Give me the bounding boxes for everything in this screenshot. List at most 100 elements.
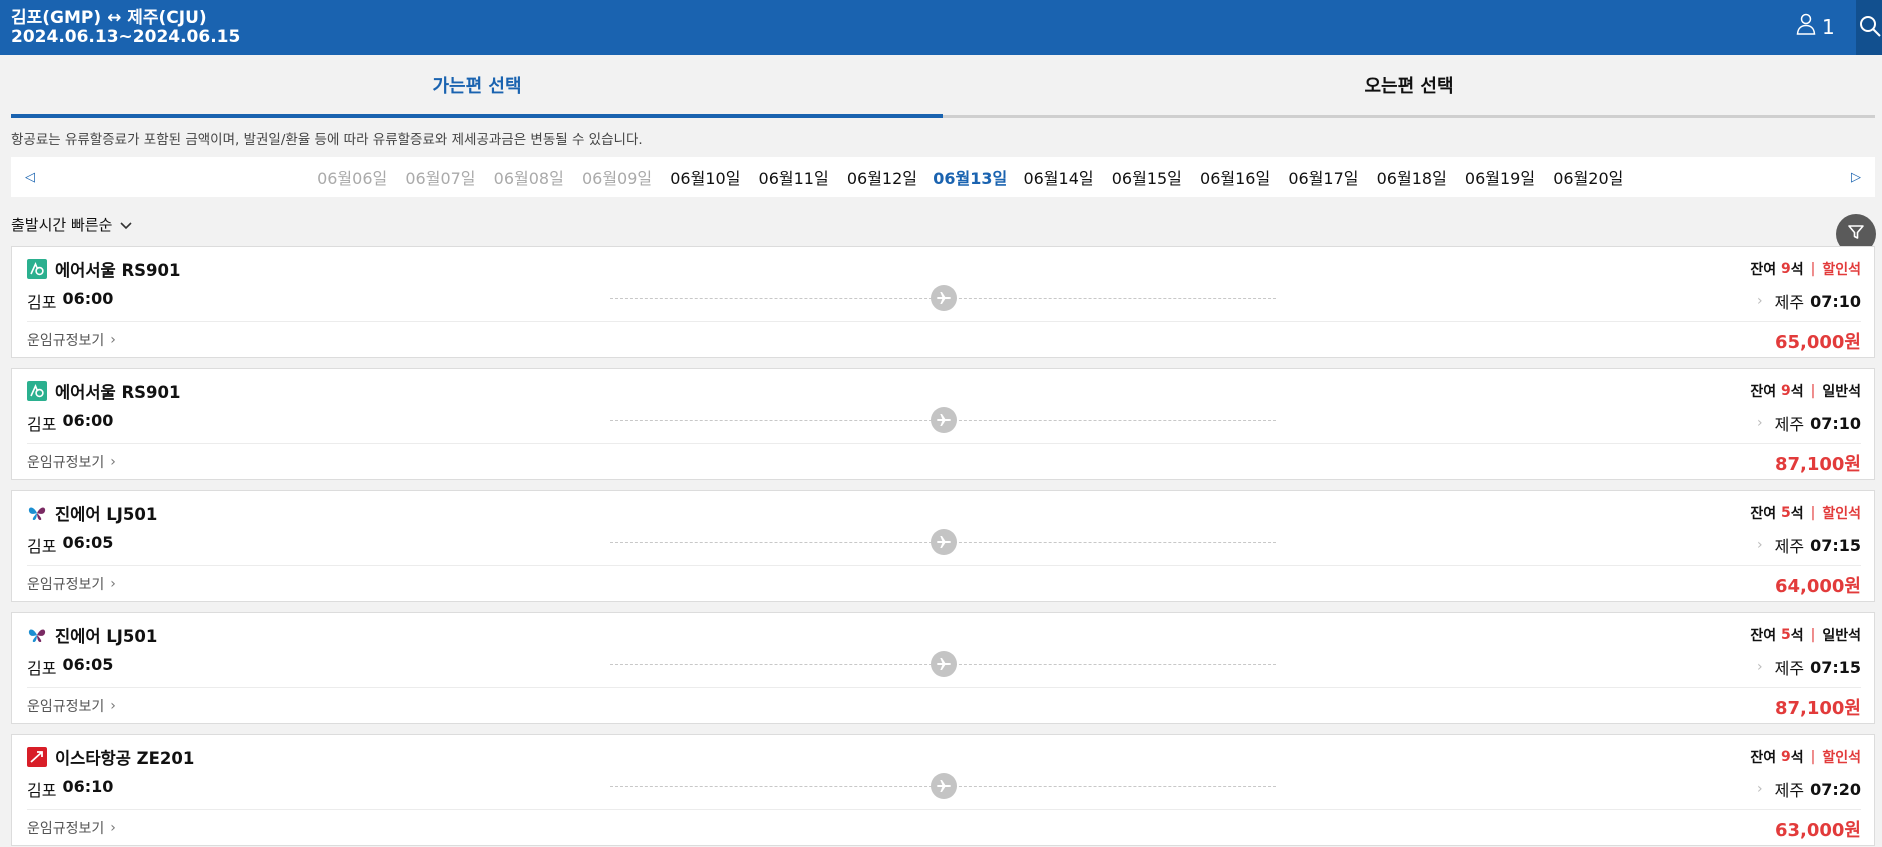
separator: | xyxy=(1810,505,1816,521)
separator: | xyxy=(1810,261,1816,277)
seat-info: 잔여 9 석 | 할인석 xyxy=(1750,259,1861,279)
passenger-selector[interactable]: 1 xyxy=(1796,13,1835,40)
seat-unit: 석 xyxy=(1790,384,1804,400)
date-item[interactable]: 06월17일 xyxy=(1279,165,1367,189)
airline-logo-icon xyxy=(27,503,47,523)
seats-remaining: 9 xyxy=(1781,261,1791,277)
travel-dates: 2024.06.13~2024.06.15 xyxy=(11,27,241,47)
airplane-icon xyxy=(931,529,957,555)
fare-rule-link[interactable]: 운임규정보기 › xyxy=(27,452,116,472)
fare-rule-label: 운임규정보기 xyxy=(27,455,105,471)
seat-info: 잔여 5 석 | 일반석 xyxy=(1750,625,1861,645)
flight-number: 에어서울 RS901 xyxy=(55,383,181,402)
tab-outbound[interactable]: 가는편 선택 xyxy=(11,55,943,118)
date-item[interactable]: 06월14일 xyxy=(1014,165,1102,189)
airline-name: 이스타항공 ZE201 xyxy=(27,745,194,769)
seat-info: 잔여 9 석 | 일반석 xyxy=(1750,381,1861,401)
arrival-city: 제주 xyxy=(1774,293,1805,312)
seat-prefix: 잔여 xyxy=(1750,750,1777,766)
departure-city: 김포 xyxy=(27,537,57,556)
chevron-right-icon: › xyxy=(1757,293,1763,309)
departure-time: 06:10 xyxy=(62,777,114,796)
flight-card[interactable]: 에어서울 RS901 잔여 9 석 | 일반석 김포 06:00 › 제주 07:10 운임규정보기… xyxy=(11,368,1875,480)
arrival: › 제주 07:10 xyxy=(1757,411,1861,435)
flight-card[interactable]: 이스타항공 ZE201 잔여 9 석 | 할인석 김포 06:10 › 제주 07:20 운임규정보… xyxy=(11,734,1875,846)
arrival: › 제주 07:20 xyxy=(1757,777,1861,801)
person-icon xyxy=(1796,13,1816,40)
departure-time: 06:00 xyxy=(62,289,114,308)
seats-remaining: 5 xyxy=(1781,505,1791,521)
tab-return[interactable]: 오는편 선택 xyxy=(943,55,1875,118)
date-item[interactable]: 06월15일 xyxy=(1103,165,1191,189)
seat-class: 할인석 xyxy=(1822,506,1861,522)
chevron-right-icon: › xyxy=(110,576,116,592)
fare-rule-link[interactable]: 운임규정보기 › xyxy=(27,696,116,716)
fare-price: 87,100원 xyxy=(1774,454,1861,475)
flight-card[interactable]: 진에어 LJ501 잔여 5 석 | 일반석 김포 06:05 › 제주 07:15 운임규정보기 ›… xyxy=(11,612,1875,724)
next-dates-button[interactable]: ▷ xyxy=(1841,157,1871,197)
airplane-icon xyxy=(931,773,957,799)
date-item[interactable]: 06월10일 xyxy=(661,165,749,189)
chevron-right-icon: › xyxy=(1757,415,1763,431)
divider xyxy=(27,443,1861,444)
flight-number: 진에어 LJ501 xyxy=(55,505,158,524)
app-header: 김포(GMP) ↔ 제주(CJU) 2024.06.13~2024.06.15 … xyxy=(0,0,1882,55)
divider xyxy=(27,809,1861,810)
date-item[interactable]: 06월19일 xyxy=(1456,165,1544,189)
airline-logo-icon xyxy=(27,259,47,279)
date-item: 06월08일 xyxy=(493,169,564,188)
departure-city: 김포 xyxy=(27,659,57,678)
separator: | xyxy=(1810,383,1816,399)
prev-dates-button[interactable]: ◁ xyxy=(15,157,45,197)
fare-rule-link[interactable]: 운임규정보기 › xyxy=(27,330,116,350)
date-item[interactable]: 06월16일 xyxy=(1191,165,1279,189)
filter-icon xyxy=(1847,223,1865,245)
sort-dropdown[interactable]: 출발시간 빠른순 xyxy=(11,214,132,235)
fare-rule-link[interactable]: 운임규정보기 › xyxy=(27,818,116,838)
departure: 김포 06:00 xyxy=(27,289,113,313)
fare-rule-link[interactable]: 운임규정보기 › xyxy=(27,574,116,594)
separator: | xyxy=(1810,627,1816,643)
flight-card[interactable]: 진에어 LJ501 잔여 5 석 | 할인석 김포 06:05 › 제주 07:15 운임규정보기 ›… xyxy=(11,490,1875,602)
seat-prefix: 잔여 xyxy=(1750,262,1777,278)
fare-price: 65,000원 xyxy=(1774,332,1861,353)
arrival: › 제주 07:15 xyxy=(1757,655,1861,679)
chevron-right-icon: › xyxy=(1757,537,1763,553)
seats-remaining: 9 xyxy=(1781,749,1791,765)
arrival: › 제주 07:10 xyxy=(1757,289,1861,313)
seat-unit: 석 xyxy=(1790,628,1804,644)
date-item[interactable]: 06월12일 xyxy=(838,165,926,189)
airline-logo-icon xyxy=(27,625,47,645)
seat-prefix: 잔여 xyxy=(1750,384,1777,400)
seat-unit: 석 xyxy=(1790,750,1804,766)
divider xyxy=(27,321,1861,322)
date-item[interactable]: 06월11일 xyxy=(749,165,837,189)
sort-label: 출발시간 빠른순 xyxy=(11,216,113,234)
arrival-city: 제주 xyxy=(1774,537,1805,556)
seat-class: 할인석 xyxy=(1822,750,1861,766)
seat-class: 할인석 xyxy=(1822,262,1861,278)
fare-price: 87,100원 xyxy=(1774,698,1861,719)
passenger-count: 1 xyxy=(1822,14,1835,39)
seat-class: 일반석 xyxy=(1822,384,1861,400)
date-selector: ◁ 06월06일 06월07일 06월08일 06월09일 06월10일 06월11일 06… xyxy=(11,157,1875,197)
seat-info: 잔여 9 석 | 할인석 xyxy=(1750,747,1861,767)
date-item[interactable]: 06월13일 xyxy=(926,165,1014,189)
airline-name: 에어서울 RS901 xyxy=(27,379,181,403)
date-item[interactable]: 06월20일 xyxy=(1544,165,1632,189)
flight-card[interactable]: 에어서울 RS901 잔여 9 석 | 할인석 김포 06:00 › 제주 07:10 운임규정보기… xyxy=(11,246,1875,358)
arrival: › 제주 07:15 xyxy=(1757,533,1861,557)
seat-info: 잔여 5 석 | 할인석 xyxy=(1750,503,1861,523)
airline-name: 진에어 LJ501 xyxy=(27,501,157,525)
date-item[interactable]: 06월18일 xyxy=(1368,165,1456,189)
airline-logo-icon xyxy=(27,381,47,401)
arrival-time: 07:15 xyxy=(1810,535,1861,555)
departure: 김포 06:05 xyxy=(27,655,113,679)
search-button[interactable] xyxy=(1856,0,1882,55)
chevron-right-icon: › xyxy=(1757,781,1763,797)
arrival-city: 제주 xyxy=(1774,415,1805,434)
seat-unit: 석 xyxy=(1790,506,1804,522)
arrival-city: 제주 xyxy=(1774,659,1805,678)
date-item: 06월07일 xyxy=(405,169,476,188)
date-item: 06월09일 xyxy=(581,169,653,188)
